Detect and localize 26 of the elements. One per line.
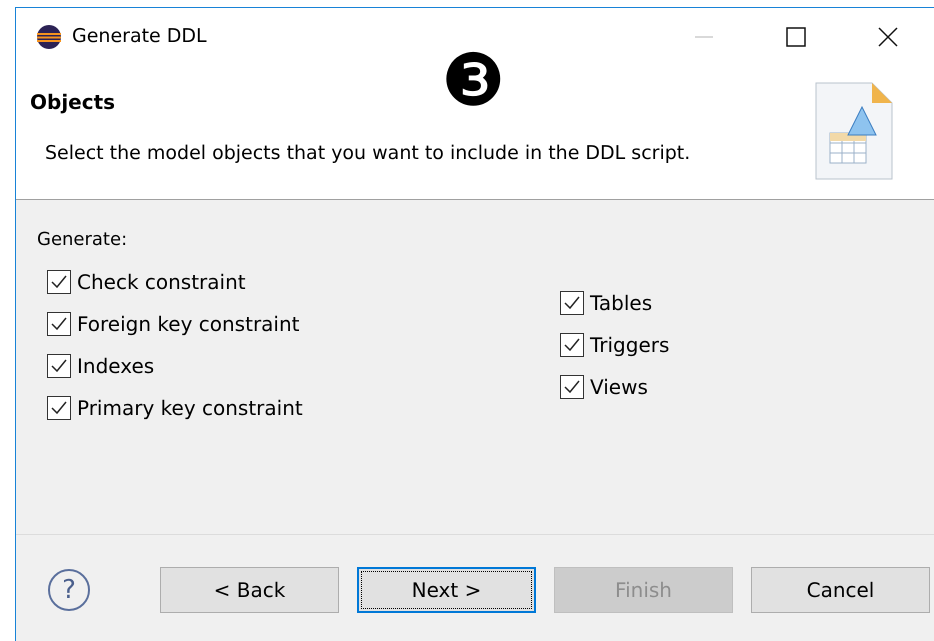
- checkbox[interactable]: [560, 375, 584, 399]
- checkbox-label: Indexes: [77, 353, 154, 380]
- checkbox-label: Primary key constraint: [77, 395, 303, 422]
- checkbox[interactable]: [47, 396, 71, 420]
- checkbox-label: Foreign key constraint: [77, 311, 300, 338]
- checkbox-label: Check constraint: [77, 269, 246, 296]
- checkbox-label: Tables: [590, 290, 652, 317]
- checkbox[interactable]: [47, 312, 71, 336]
- help-icon[interactable]: ?: [48, 569, 90, 611]
- close-icon[interactable]: [877, 26, 899, 46]
- window-title: Generate DDL: [72, 24, 207, 50]
- checkbox[interactable]: [560, 291, 584, 315]
- app-logo-icon: [36, 24, 62, 50]
- checkbox-label: Triggers: [590, 332, 670, 359]
- wizard-button[interactable]: < Back: [160, 567, 339, 613]
- checkbox[interactable]: [560, 333, 584, 357]
- checkbox[interactable]: [47, 354, 71, 378]
- wizard-button[interactable]: Next >: [357, 567, 536, 613]
- page-description: Select the model objects that you want to include in the DDL script.: [45, 141, 692, 166]
- wizard-button[interactable]: Cancel: [751, 567, 930, 613]
- section-label: Generate:: [37, 228, 128, 252]
- maximize-icon[interactable]: [785, 26, 807, 46]
- page-title: Objects: [30, 89, 116, 116]
- checkbox-label: Views: [590, 374, 648, 401]
- step-number: ❸: [441, 44, 506, 116]
- checkbox[interactable]: [47, 270, 71, 294]
